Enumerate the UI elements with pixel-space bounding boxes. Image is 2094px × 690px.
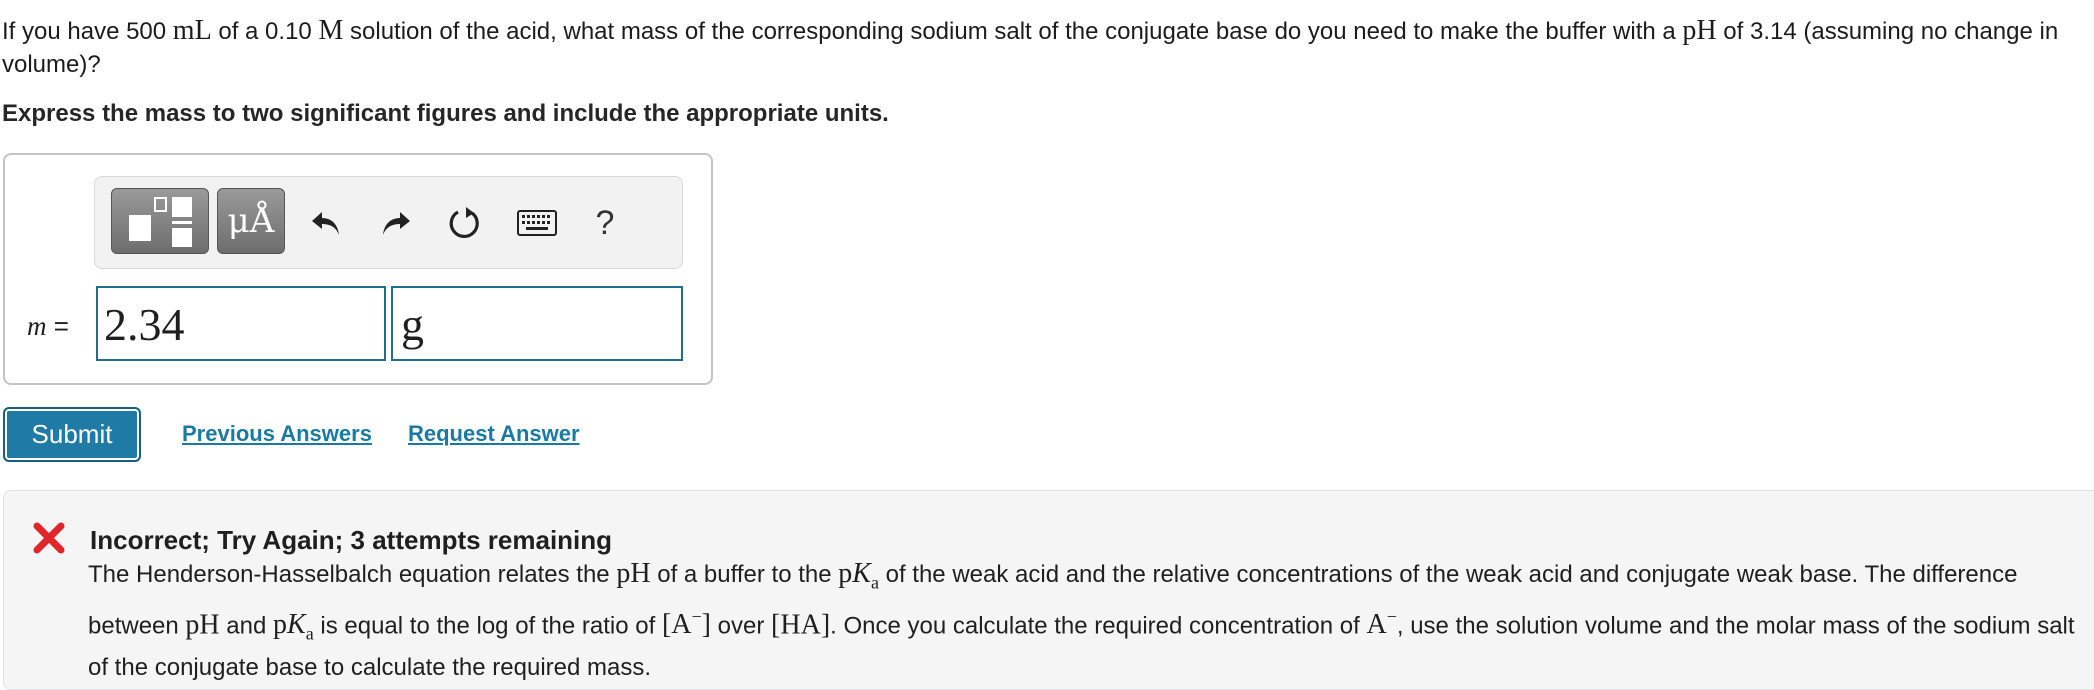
question-part: of a 0.10 xyxy=(211,18,319,45)
feedback-panel: Incorrect; Try Again; 3 attempts remaini… xyxy=(3,490,2094,690)
variable-m: m xyxy=(27,311,47,341)
ha-symbol: HA xyxy=(780,608,821,640)
ha-bracket: [HA] xyxy=(771,608,831,640)
unit-molar: M xyxy=(318,15,344,46)
question-text: If you have 500 mL of a 0.10 M solution … xyxy=(2,14,2092,81)
question-part: If you have 500 xyxy=(2,18,173,45)
unit-ml: mL xyxy=(172,15,212,46)
pka-k: K xyxy=(287,608,306,640)
units-button[interactable]: μÅ xyxy=(217,188,285,254)
feedback-part: and xyxy=(219,611,274,639)
reset-icon[interactable] xyxy=(445,203,485,243)
a-minus-symbol: A− xyxy=(1366,606,1397,640)
minus-sign: − xyxy=(1386,606,1397,627)
help-icon[interactable]: ? xyxy=(585,203,625,243)
previous-answers-link[interactable]: Previous Answers xyxy=(182,421,372,447)
feedback-title: Incorrect; Try Again; 3 attempts remaini… xyxy=(90,525,613,555)
pka-a: a xyxy=(305,623,314,644)
feedback-part: . Once you calculate the required concen… xyxy=(830,611,1367,639)
math-toolbar: μÅ ? xyxy=(94,176,683,269)
request-answer-link[interactable]: Request Answer xyxy=(408,421,580,447)
unit-input[interactable]: g xyxy=(391,286,683,361)
question-part: solution of the acid, what mass of the c… xyxy=(343,18,1683,45)
feedback-part: of a buffer to the xyxy=(650,561,839,588)
pka-k: K xyxy=(852,558,871,589)
equals-sign: = xyxy=(46,311,69,341)
variable-label: m = xyxy=(27,311,69,342)
a-symbol: A xyxy=(1366,608,1387,640)
pka-p: p xyxy=(273,608,288,640)
keyboard-icon[interactable] xyxy=(515,203,559,243)
answer-box: μÅ ? m = 2.34 g xyxy=(3,153,713,385)
feedback-part: over xyxy=(711,611,772,639)
feedback-part: The Henderson-Hasselbalch equation relat… xyxy=(88,561,617,588)
ph-symbol: pH xyxy=(185,608,220,640)
minus-sign: − xyxy=(691,606,702,627)
templates-button[interactable] xyxy=(111,188,209,254)
redo-icon[interactable] xyxy=(375,203,415,243)
incorrect-x-icon xyxy=(33,522,65,554)
instruction-text: Express the mass to two significant figu… xyxy=(2,100,889,127)
templates-icon xyxy=(129,197,192,247)
ph-symbol: pH xyxy=(616,558,651,589)
pka-p: p xyxy=(838,558,853,589)
pka-a: a xyxy=(870,572,879,593)
ph-symbol: pH xyxy=(1682,15,1717,46)
feedback-body: The Henderson-Hasselbalch equation relat… xyxy=(88,557,2088,685)
submit-button[interactable]: Submit xyxy=(3,407,141,462)
feedback-part: is equal to the log of the ratio of xyxy=(313,611,662,639)
a-symbol: A xyxy=(671,608,692,640)
a-minus-bracket: [A−] xyxy=(661,606,711,640)
value-input[interactable]: 2.34 xyxy=(96,286,386,361)
pka-symbol: pKa xyxy=(838,558,879,593)
undo-icon[interactable] xyxy=(307,203,347,243)
pka-symbol: pKa xyxy=(273,608,314,644)
